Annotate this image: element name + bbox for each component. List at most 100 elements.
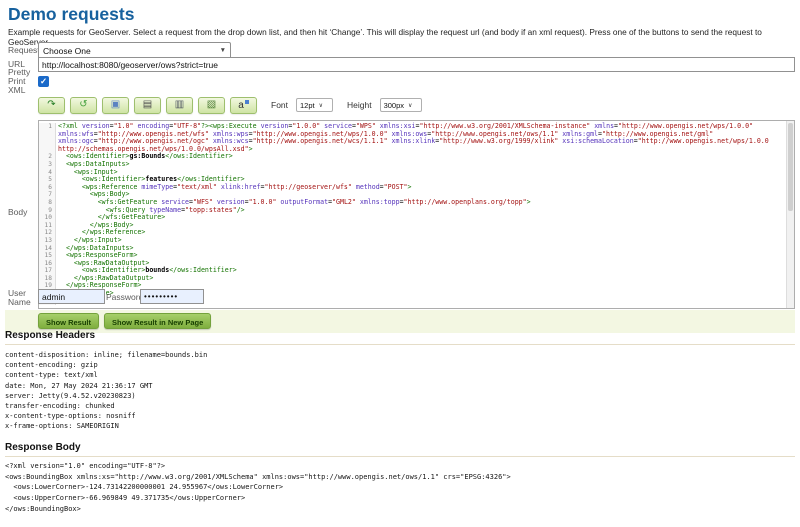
green-box-icon: ▧ [207,100,216,110]
line-number: 18 [39,275,56,283]
curved-arrow-right-icon: ↷ [47,100,55,110]
show-result-new-page-button[interactable]: Show Result in New Page [104,313,211,329]
code-line-text: <wps:ResponseForm> [56,252,786,260]
password-input[interactable] [140,289,204,304]
code-line-text: <ows:Identifier>bounds</ows:Identifier> [56,267,786,275]
request-label: Request [8,46,40,55]
response-body-line: </ows:BoundingBox> [5,504,511,515]
line-number: 8 [39,199,56,207]
line-number: 15 [39,252,56,260]
response-body-line: <ows:UpperCorner>-66.969849 49.371735</o… [5,493,511,504]
editor-scrollbar[interactable] [786,121,794,308]
line-number: 13 [39,237,56,245]
response-body-heading: Response Body [5,442,81,453]
chevron-down-icon: ▼ [220,47,226,54]
response-header-line: content-disposition: inline; filename=bo… [5,350,207,360]
code-line: 6 <wps:Reference mimeType="text/xml" xli… [39,184,786,192]
response-headers-heading: Response Headers [5,330,95,341]
page-title: Demo requests [8,4,134,25]
code-line: 13 </wps:Input> [39,237,786,245]
xml-body-editor[interactable]: 1<?xml version="1.0" encoding="UTF-8"?><… [38,120,795,309]
reformat-button[interactable]: ▤ [134,97,161,114]
code-line: 3 <wps:DataInputs> [39,161,786,169]
code-line-text: <wps:DataInputs> [56,161,786,169]
response-body-line: <?xml version="1.0" encoding="UTF-8"?> [5,461,511,472]
username-input[interactable] [38,289,105,304]
pretty-print-checkbox[interactable]: ✓ [38,76,49,87]
response-header-line: content-type: text/xml [5,370,207,380]
line-number: 17 [39,267,56,275]
line-number: 6 [39,184,56,192]
response-body-block: <?xml version="1.0" encoding="UTF-8"?><o… [5,461,511,515]
height-select[interactable]: 300px ∨ [380,98,422,112]
height-select-value: 300px [384,101,404,110]
upload-button[interactable]: ▧ [198,97,225,114]
dark-box-icon: ▥ [175,100,184,110]
code-line: 2 <ows:Identifier>gs:Bounds</ows:Identif… [39,153,786,161]
curved-arrow-left-icon: ↺ [79,100,87,110]
code-line-text: <?xml version="1.0" encoding="UTF-8"?><w… [56,123,786,153]
syntax-highlight-button[interactable]: a [230,97,257,114]
code-line: 15 <wps:ResponseForm> [39,252,786,260]
geoserver-demo-requests-page: Demo requests Example requests for GeoSe… [0,0,800,527]
code-line-text: </wps:Reference> [56,229,786,237]
line-number: 7 [39,191,56,199]
line-number: 4 [39,169,56,177]
response-header-line: content-encoding: gzip [5,360,207,370]
line-number: 16 [39,260,56,268]
undo-button[interactable]: ↺ [70,97,97,114]
code-line: 14 </wps:DataInputs> [39,245,786,253]
line-number: 2 [39,153,56,161]
response-header-line: x-content-type-options: nosniff [5,411,207,421]
line-number: 14 [39,245,56,253]
code-line-text: </wps:Body> [56,222,786,230]
code-line-text: </wps:RawDataOutput> [56,275,786,283]
code-line-text: </wfs:GetFeature> [56,214,786,222]
line-number: 11 [39,222,56,230]
code-lines: 1<?xml version="1.0" encoding="UTF-8"?><… [39,123,786,305]
response-header-line: x-frame-options: SAMEORIGIN [5,421,207,431]
line-number: 5 [39,176,56,184]
font-label: Font [271,100,288,110]
code-line-text: </wps:Input> [56,237,786,245]
show-result-button[interactable]: Show Result [38,313,99,329]
redo-button[interactable]: ↷ [38,97,65,114]
editor-toolbar: ↷ ↺ ▣ ▤ ▥ ▧ a Font 12pt ∨ Height 300px ∨ [38,95,422,115]
response-body-line: <ows:LowerCorner>-124.73142200000001 24.… [5,482,511,493]
check-icon: ✓ [40,76,47,86]
line-number: 3 [39,161,56,169]
height-label: Height [347,100,372,110]
code-line: 11 </wps:Body> [39,222,786,230]
monitor-arrow-icon: ▣ [111,100,120,110]
response-body-line: <ows:BoundingBox xmlns:xs="http://www.w3… [5,472,511,483]
line-number: 10 [39,214,56,222]
fullscreen-editor-button[interactable]: ▣ [102,97,129,114]
line-number: 12 [39,229,56,237]
username-label: User Name [8,289,34,307]
response-header-line: transfer-encoding: chunked [5,401,207,411]
code-line: 1<?xml version="1.0" encoding="UTF-8"?><… [39,123,786,153]
chevron-down-icon: ∨ [408,102,412,109]
line-number: 9 [39,207,56,215]
scrollbar-thumb[interactable] [788,123,793,211]
pretty-print-label: Pretty Print XML [8,68,38,96]
font-select[interactable]: 12pt ∨ [296,98,333,112]
chevron-down-icon: ∨ [319,102,323,109]
response-header-line: date: Mon, 27 May 2024 21:36:17 GMT [5,381,207,391]
code-line-text: </wps:DataInputs> [56,245,786,253]
letters-ab-icon: a [238,100,249,111]
lines-icon: ▤ [143,100,152,110]
response-header-line: server: Jetty(9.4.52.v20230823) [5,391,207,401]
line-number: 1 [39,123,56,153]
editor-toolbar-buttons: ↷ ↺ ▣ ▤ ▥ ▧ a [38,97,257,114]
body-label: Body [8,208,27,217]
code-line: 18 </wps:RawDataOutput> [39,275,786,283]
request-select-value: Choose One [43,46,91,56]
url-input[interactable] [38,57,795,72]
response-headers-block: content-disposition: inline; filename=bo… [5,350,207,432]
password-label: Password [106,293,143,302]
download-button[interactable]: ▥ [166,97,193,114]
code-line-text: <wps:Reference mimeType="text/xml" xlink… [56,184,786,192]
code-line: 10 </wfs:GetFeature> [39,214,786,222]
divider [5,456,795,457]
